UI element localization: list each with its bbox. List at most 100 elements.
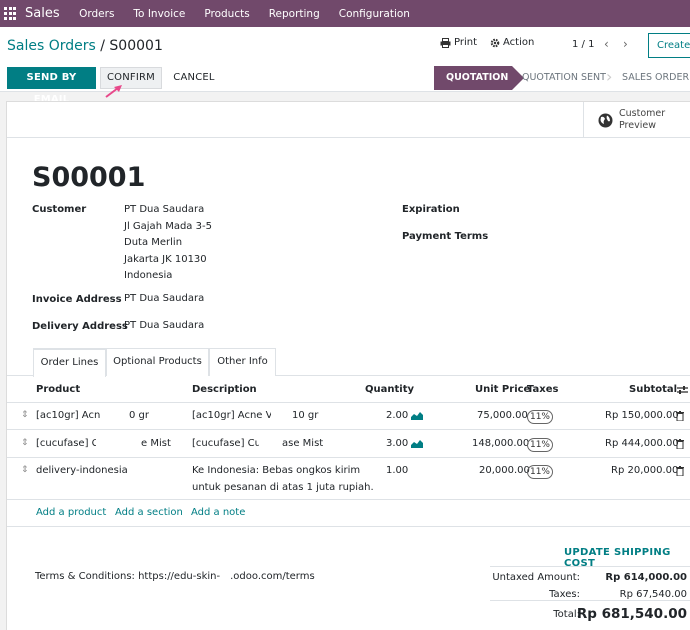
untaxed-amount-value: Rp 614,000.00 [605, 572, 687, 583]
customer-name: PT Dua Saudara [124, 204, 205, 215]
customer-street: Jl Gajah Mada 3-5 [124, 220, 212, 232]
col-description[interactable]: Description [192, 384, 257, 395]
customer-field[interactable]: PT Dua Saudara Jl Gajah Mada 3-5 Duta Me… [124, 202, 212, 285]
print-button[interactable]: Print [440, 37, 477, 48]
tab-optional-products[interactable]: Optional Products [106, 348, 209, 376]
menu-configuration[interactable]: Configuration [339, 8, 410, 20]
total-label: Total: [553, 609, 580, 620]
row-subtotal: Rp 150,000.00 [605, 410, 679, 421]
table-row[interactable]: ⇕ [ac10gr] Acne 0 gr [ac10gr] Acne V 10 … [7, 403, 690, 430]
row-description: Ke Indonesia: Bebas ongkos kirim [192, 465, 361, 476]
notebook-tabs: Order Lines Optional Products Other Info [7, 348, 690, 377]
breadcrumb-sales-orders[interactable]: Sales Orders [7, 38, 96, 54]
customer-street2: Duta Merlin [124, 237, 183, 248]
pager-next-icon[interactable]: › [623, 37, 628, 51]
action-button[interactable]: Action [490, 37, 534, 48]
delivery-address-label: Delivery Address [32, 321, 128, 332]
redaction-block [259, 433, 281, 455]
customer-preview-button[interactable]: Customer Preview [583, 102, 690, 138]
drag-handle-icon[interactable]: ⇕ [21, 465, 29, 475]
total-value: Rp 681,540.00 [576, 606, 687, 622]
cancel-button[interactable]: CANCEL [166, 67, 222, 89]
form-sheet: Customer Preview S00001 Customer PT Dua … [6, 101, 690, 630]
pointer-arrow-icon [105, 85, 122, 98]
top-navbar: Sales Orders To Invoice Products Reporti… [0, 0, 690, 27]
print-label: Print [454, 37, 478, 48]
button-box: Customer Preview [7, 102, 690, 138]
menu-orders[interactable]: Orders [79, 8, 114, 20]
delete-icon[interactable] [676, 466, 684, 476]
row-product: [cucufase] Cu [36, 438, 105, 449]
row-description: [ac10gr] Acne V [192, 410, 273, 421]
customer-country: Indonesia [124, 270, 173, 281]
add-product-link[interactable]: Add a product [36, 507, 106, 518]
app-brand[interactable]: Sales [25, 6, 60, 21]
expiration-label: Expiration [402, 204, 460, 215]
delete-icon[interactable] [676, 439, 684, 449]
delete-icon[interactable] [676, 411, 684, 421]
invoice-address-field[interactable]: PT Dua Saudara [124, 291, 204, 308]
row-description: [cucufase] Cuc [192, 438, 267, 449]
action-label: Action [503, 37, 535, 48]
status-chevron-icon: › [606, 67, 613, 86]
col-unit-price[interactable]: Unit Price [475, 384, 530, 395]
menu-reporting[interactable]: Reporting [269, 8, 320, 20]
redaction-block [100, 406, 128, 426]
order-lines-header: Product Description Quantity Unit Price … [7, 376, 690, 403]
terms-prefix: Terms & Conditions: https://edu-skin- [35, 571, 221, 582]
status-sales-order[interactable]: SALES ORDER [622, 66, 689, 90]
col-quantity[interactable]: Quantity [365, 384, 414, 395]
drag-handle-icon[interactable]: ⇕ [21, 410, 29, 420]
totals-total-border [490, 600, 690, 601]
drag-handle-icon[interactable]: ⇕ [21, 438, 29, 448]
row-unit-price: 75,000.00 [477, 410, 528, 421]
row-subtotal: Rp 20,000.00 [611, 465, 679, 476]
col-taxes[interactable]: Taxes [527, 384, 558, 395]
delivery-address-field[interactable]: PT Dua Saudara [124, 318, 204, 335]
untaxed-amount-label: Untaxed Amount: [492, 572, 580, 583]
status-quotation-sent[interactable]: QUOTATION SENT [522, 66, 606, 90]
toolbar-actions: Print Action [440, 37, 547, 48]
table-row[interactable]: ⇕ delivery-indonesia Ke Indonesia: Bebas… [7, 458, 690, 500]
add-note-link[interactable]: Add a note [191, 507, 245, 518]
row-product: [ac10gr] Acne [36, 410, 107, 421]
tax-badge: 11% [527, 465, 553, 479]
col-subtotal[interactable]: Subtotal [629, 384, 677, 395]
forecast-chart-icon[interactable] [411, 439, 423, 448]
row-product: delivery-indonesia [36, 465, 128, 476]
tab-order-lines[interactable]: Order Lines [33, 348, 106, 377]
row-quantity: 3.00 [386, 438, 409, 449]
apps-menu-icon[interactable] [4, 6, 18, 21]
section-divider [7, 526, 690, 527]
create-button[interactable]: Create [648, 33, 690, 58]
pager-prev-icon[interactable]: ‹ [604, 37, 609, 51]
row-description-tail: 10 gr [292, 410, 319, 421]
breadcrumb-separator: / [95, 38, 110, 54]
terms-and-conditions[interactable]: Terms & Conditions: https://edu-skin- .od… [35, 571, 315, 582]
redaction-block [96, 433, 140, 455]
tax-badge: 11% [527, 438, 553, 452]
control-panel: Sales Orders / S00001 Print Action 1 / 1… [0, 27, 690, 105]
forecast-chart-icon[interactable] [411, 411, 423, 420]
menu-to-invoice[interactable]: To Invoice [133, 8, 185, 20]
table-row[interactable]: ⇕ [cucufase] Cu e Mist [cucufase] Cuc as… [7, 430, 690, 458]
breadcrumb-current: S00001 [109, 38, 163, 54]
col-product[interactable]: Product [36, 384, 80, 395]
row-description-line2: untuk pesanan di atas 1 juta rupiah. [192, 482, 374, 493]
send-by-email-button[interactable]: SEND BY EMAIL [7, 67, 96, 105]
gear-icon [490, 38, 500, 47]
row-unit-price: 20,000.00 [479, 465, 530, 476]
menu-products[interactable]: Products [204, 8, 249, 20]
tax-badge: 11% [527, 410, 553, 424]
totals-top-border [490, 566, 690, 567]
customer-preview-line2: Preview [619, 120, 656, 131]
row-subtotal: Rp 444,000.00 [605, 438, 679, 449]
row-product-tail: 0 gr [129, 410, 149, 421]
column-settings-icon[interactable] [677, 385, 688, 395]
taxes-label: Taxes: [549, 589, 580, 600]
status-quotation[interactable]: QUOTATION [434, 66, 524, 90]
pager-value[interactable]: 1 / 1 [572, 39, 594, 50]
add-section-link[interactable]: Add a section [115, 507, 183, 518]
tab-other-info[interactable]: Other Info [209, 348, 276, 376]
customer-label: Customer [32, 204, 87, 215]
